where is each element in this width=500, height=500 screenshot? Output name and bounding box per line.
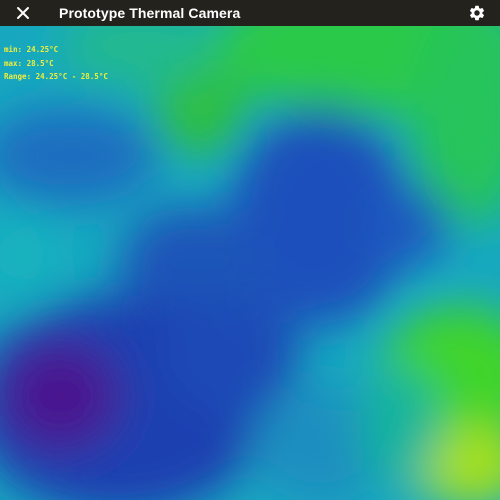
min-temp-label: min: xyxy=(4,45,23,54)
temperature-readout: min: 24.25°C max: 28.5°C Range: 24.25°C … xyxy=(4,43,108,84)
range-temp-line: Range: 24.25°C - 28.5°C xyxy=(4,70,108,84)
min-temp-value: 24.25°C xyxy=(26,45,59,54)
page-title: Prototype Thermal Camera xyxy=(59,5,241,21)
gear-icon xyxy=(469,5,485,21)
close-icon xyxy=(17,7,29,19)
thermal-image-view[interactable] xyxy=(0,26,500,500)
max-temp-line: max: 28.5°C xyxy=(4,57,108,71)
max-temp-label: max: xyxy=(4,58,23,68)
range-value: 24.25°C - 28.5°C xyxy=(35,72,108,81)
app-bar: Prototype Thermal Camera xyxy=(0,0,500,26)
thermal-heatmap xyxy=(0,26,500,500)
min-temp-line: min: 24.25°C xyxy=(4,43,108,57)
close-button[interactable] xyxy=(10,0,36,26)
settings-button[interactable] xyxy=(466,2,488,24)
max-temp-value: 28.5°C xyxy=(26,58,54,68)
thermal-camera-app: Prototype Thermal Camera min: 24.25°C ma… xyxy=(0,0,500,500)
range-label: Range: xyxy=(4,72,32,81)
